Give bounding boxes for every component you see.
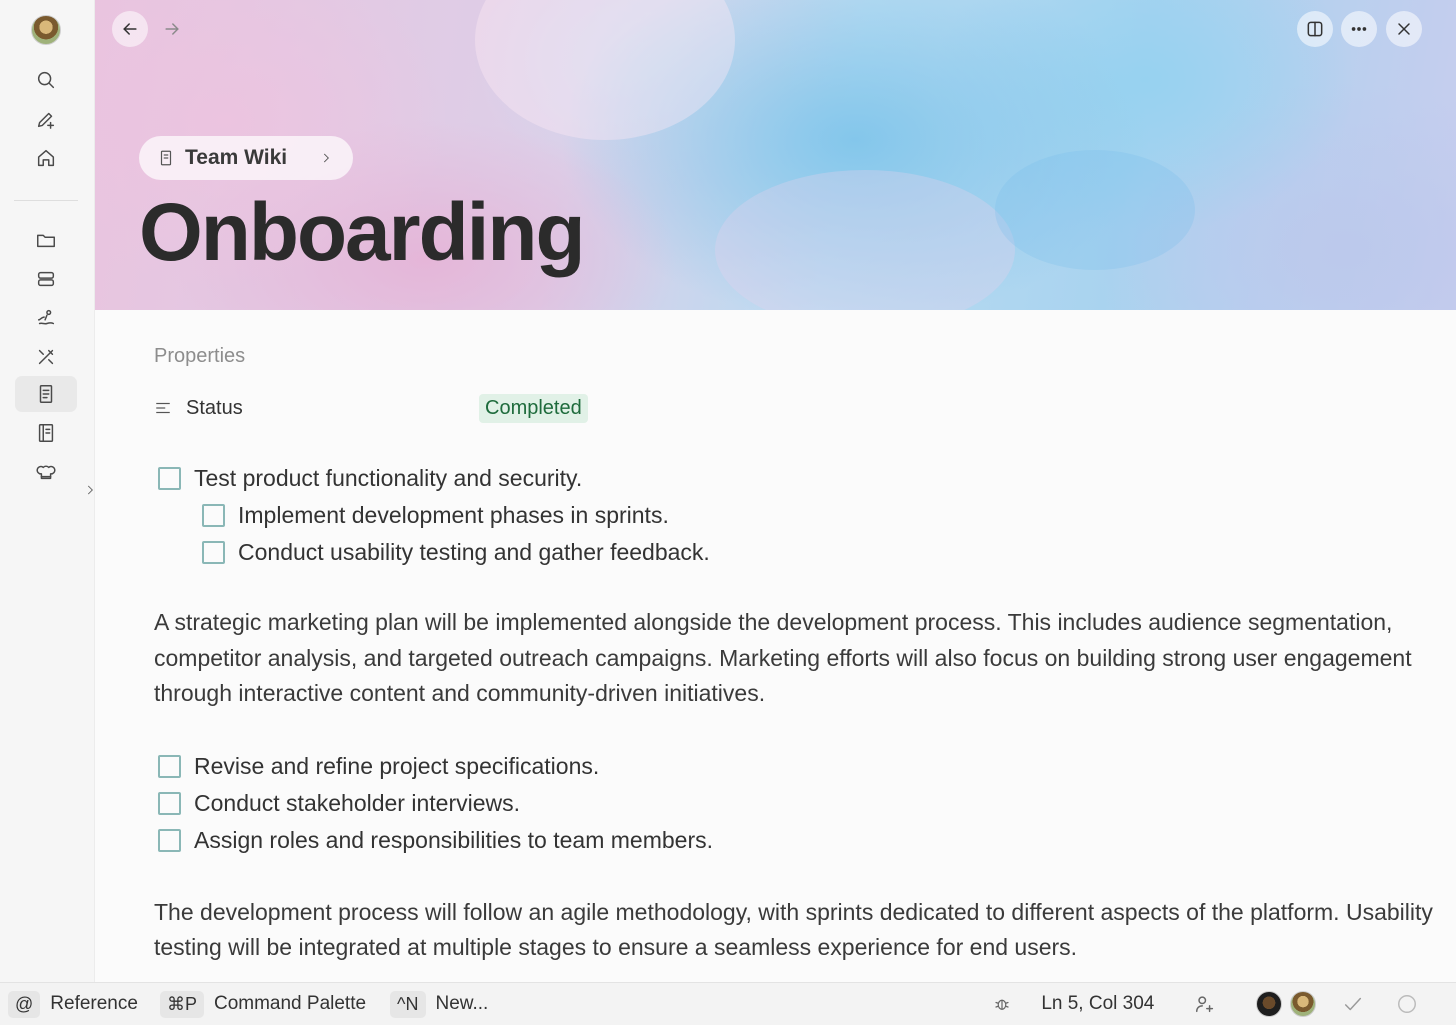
check-icon[interactable] [1342,993,1364,1015]
new-button[interactable]: ^N New... [390,990,489,1018]
property-name: Status [186,396,243,419]
back-button[interactable] [112,11,148,47]
chef-hat-icon[interactable] [15,454,77,490]
todo-list-1: Test product functionality and security.… [154,460,1434,571]
document-icon [160,150,172,166]
checkbox[interactable] [158,754,181,778]
checkbox[interactable] [202,541,225,564]
todo-list-2: Revise and refine project specifications… [154,748,1434,859]
split-view-button[interactable] [1297,11,1333,47]
chevron-right-icon [324,153,330,163]
paragraph[interactable]: A strategic marketing plan will be imple… [154,605,1434,712]
bug-icon[interactable] [993,995,1011,1013]
todo-text[interactable]: Conduct usability testing and gather fee… [238,539,710,566]
notebook-icon[interactable] [15,415,77,451]
rail-divider [14,200,78,201]
todo-text[interactable]: Conduct stakeholder interviews. [194,790,520,817]
document-body[interactable]: Properties Status Completed Test product… [154,330,1434,966]
expand-sidebar-chevron-icon[interactable] [78,476,102,504]
forward-button[interactable] [154,11,190,47]
cursor-position: Ln 5, Col 304 [1041,993,1155,1014]
todo-item: Conduct usability testing and gather fee… [154,534,1434,571]
new-note-icon[interactable] [15,101,77,137]
command-palette-button[interactable]: ⌘P Command Palette [159,990,367,1018]
status-bar: @ Reference ⌘P Command Palette ^N New...… [0,982,1456,1025]
todo-text[interactable]: Implement development phases in sprints. [238,502,669,529]
more-options-button[interactable] [1341,11,1377,47]
property-status[interactable]: Status Completed [154,392,1434,424]
todo-text[interactable]: Revise and refine project specifications… [194,753,599,780]
palette-label: Command Palette [213,993,367,1014]
todo-text[interactable]: Assign roles and responsibilities to tea… [194,827,713,854]
tools-icon[interactable] [15,339,77,375]
sync-status-icon[interactable] [1396,993,1418,1015]
new-label: New... [435,993,489,1014]
breadcrumb[interactable]: Team Wiki [139,136,354,180]
reference-button[interactable]: @ Reference [8,990,138,1018]
todo-item: Assign roles and responsibilities to tea… [154,822,1434,859]
add-collaborator-icon[interactable] [1194,993,1216,1015]
home-icon[interactable] [15,140,77,176]
document-icon[interactable] [15,376,77,412]
folder-icon[interactable] [15,222,77,258]
reference-label: Reference [50,993,138,1014]
properties-heading[interactable]: Properties [154,345,1434,368]
checkbox[interactable] [202,504,225,527]
user-avatar[interactable] [31,15,61,45]
beach-icon[interactable] [15,300,77,336]
search-icon[interactable] [15,62,77,98]
avatar[interactable] [1290,991,1317,1017]
text-lines-icon [156,402,170,414]
avatar[interactable] [1256,991,1283,1017]
todo-item: Conduct stakeholder interviews. [154,785,1434,822]
database-icon[interactable] [15,261,77,297]
page-title[interactable]: Onboarding [139,186,586,280]
checkbox[interactable] [158,791,181,815]
new-shortcut: ^N [390,990,426,1018]
todo-item: Revise and refine project specifications… [154,748,1434,785]
todo-item: Implement development phases in sprints. [154,497,1434,534]
paragraph[interactable]: The development process will follow an a… [154,895,1434,966]
page-cover: Team Wiki Onboarding [95,0,1456,310]
collaborators[interactable] [1256,991,1317,1017]
close-button[interactable] [1386,11,1422,47]
checkbox[interactable] [158,467,181,490]
reference-shortcut: @ [8,990,41,1018]
todo-item: Test product functionality and security. [154,460,1434,497]
todo-text[interactable]: Test product functionality and security. [194,465,582,492]
breadcrumb-label: Team Wiki [185,146,288,169]
palette-shortcut: ⌘P [159,990,204,1018]
checkbox[interactable] [158,828,181,852]
status-badge[interactable]: Completed [479,393,588,423]
